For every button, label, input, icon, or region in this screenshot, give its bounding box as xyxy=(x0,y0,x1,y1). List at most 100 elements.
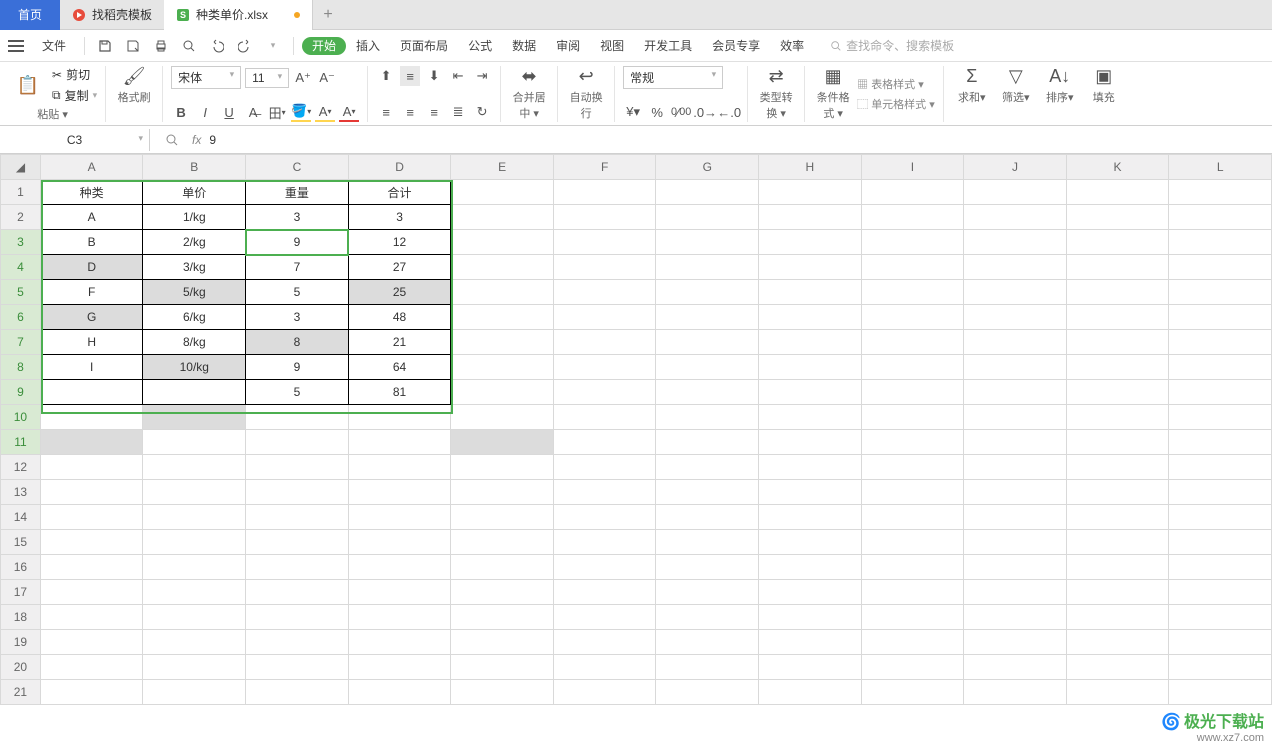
row-header-11[interactable]: 11 xyxy=(1,430,41,455)
cell-I12[interactable] xyxy=(861,455,964,480)
cell-J15[interactable] xyxy=(964,530,1067,555)
cell-F19[interactable] xyxy=(553,630,656,655)
decrease-font-button[interactable]: A⁻ xyxy=(317,68,337,88)
row-header-12[interactable]: 12 xyxy=(1,455,41,480)
cell-A19[interactable] xyxy=(40,630,143,655)
row-header-2[interactable]: 2 xyxy=(1,205,41,230)
cell-L9[interactable] xyxy=(1169,380,1272,405)
cell-F9[interactable] xyxy=(553,380,656,405)
align-top-button[interactable]: ⬆ xyxy=(376,66,396,86)
cell-E6[interactable] xyxy=(451,305,554,330)
save-as-icon[interactable] xyxy=(124,37,142,55)
cell-L18[interactable] xyxy=(1169,605,1272,630)
cell-F11[interactable] xyxy=(553,430,656,455)
cell-F16[interactable] xyxy=(553,555,656,580)
cell-D13[interactable] xyxy=(348,480,451,505)
menu-页面布局[interactable]: 页面布局 xyxy=(390,35,458,57)
undo-icon[interactable] xyxy=(208,37,226,55)
cell-K9[interactable] xyxy=(1066,380,1169,405)
cell-C16[interactable] xyxy=(246,555,349,580)
cell-H18[interactable] xyxy=(759,605,862,630)
cell-J14[interactable] xyxy=(964,505,1067,530)
cell-L13[interactable] xyxy=(1169,480,1272,505)
menu-审阅[interactable]: 审阅 xyxy=(546,35,590,57)
cell-B1[interactable]: 单价 xyxy=(143,180,246,205)
cell-G11[interactable] xyxy=(656,430,759,455)
cell-F14[interactable] xyxy=(553,505,656,530)
cell-C15[interactable] xyxy=(246,530,349,555)
cell-C10[interactable] xyxy=(246,405,349,430)
cell-J16[interactable] xyxy=(964,555,1067,580)
cell-E8[interactable] xyxy=(451,355,554,380)
tab-home[interactable]: 首页 xyxy=(0,0,60,30)
cell-L19[interactable] xyxy=(1169,630,1272,655)
cell-B14[interactable] xyxy=(143,505,246,530)
cell-I18[interactable] xyxy=(861,605,964,630)
cell-A5[interactable]: F xyxy=(40,280,143,305)
row-header-16[interactable]: 16 xyxy=(1,555,41,580)
cell-D6[interactable]: 48 xyxy=(348,305,451,330)
new-tab-button[interactable]: + xyxy=(313,6,343,24)
cell-G17[interactable] xyxy=(656,580,759,605)
cell-D2[interactable]: 3 xyxy=(348,205,451,230)
align-right-button[interactable]: ≡ xyxy=(424,102,444,122)
row-header-1[interactable]: 1 xyxy=(1,180,41,205)
italic-button[interactable]: I xyxy=(195,102,215,122)
cell-L2[interactable] xyxy=(1169,205,1272,230)
cell-I16[interactable] xyxy=(861,555,964,580)
cell-F13[interactable] xyxy=(553,480,656,505)
cell-A13[interactable] xyxy=(40,480,143,505)
align-bottom-button[interactable]: ⬇ xyxy=(424,66,444,86)
row-header-15[interactable]: 15 xyxy=(1,530,41,555)
align-left-button[interactable]: ≡ xyxy=(376,102,396,122)
cell-F7[interactable] xyxy=(553,330,656,355)
cell-J20[interactable] xyxy=(964,655,1067,680)
cell-G4[interactable] xyxy=(656,255,759,280)
sum-button[interactable]: Σ求和▾ xyxy=(952,66,992,105)
cell-L1[interactable] xyxy=(1169,180,1272,205)
tab-template[interactable]: 找稻壳模板 xyxy=(60,0,164,30)
increase-font-button[interactable]: A⁺ xyxy=(293,68,313,88)
cell-A1[interactable]: 种类 xyxy=(40,180,143,205)
cell-E9[interactable] xyxy=(451,380,554,405)
cell-J17[interactable] xyxy=(964,580,1067,605)
comma-button[interactable]: 0⁄00 xyxy=(671,102,691,122)
cell-D8[interactable]: 64 xyxy=(348,355,451,380)
cell-E17[interactable] xyxy=(451,580,554,605)
row-header-7[interactable]: 7 xyxy=(1,330,41,355)
cell-I21[interactable] xyxy=(861,680,964,705)
cell-B15[interactable] xyxy=(143,530,246,555)
cell-E1[interactable] xyxy=(451,180,554,205)
cell-B4[interactable]: 3/kg xyxy=(143,255,246,280)
cell-L21[interactable] xyxy=(1169,680,1272,705)
cell-L14[interactable] xyxy=(1169,505,1272,530)
cell-F2[interactable] xyxy=(553,205,656,230)
menu-视图[interactable]: 视图 xyxy=(590,35,634,57)
strikethrough-button[interactable]: A̶ xyxy=(243,102,263,122)
cell-C3[interactable]: 9 xyxy=(246,230,349,255)
cell-H9[interactable] xyxy=(759,380,862,405)
cell-H2[interactable] xyxy=(759,205,862,230)
cell-K21[interactable] xyxy=(1066,680,1169,705)
cell-D16[interactable] xyxy=(348,555,451,580)
cell-I13[interactable] xyxy=(861,480,964,505)
cell-L16[interactable] xyxy=(1169,555,1272,580)
cell-I15[interactable] xyxy=(861,530,964,555)
format-painter-button[interactable]: 🖌 格式刷 xyxy=(114,66,154,105)
cell-E13[interactable] xyxy=(451,480,554,505)
cell-K16[interactable] xyxy=(1066,555,1169,580)
cell-J18[interactable] xyxy=(964,605,1067,630)
save-icon[interactable] xyxy=(96,37,114,55)
cell-B11[interactable] xyxy=(143,430,246,455)
cell-A14[interactable] xyxy=(40,505,143,530)
cell-K2[interactable] xyxy=(1066,205,1169,230)
cell-G15[interactable] xyxy=(656,530,759,555)
cell-D11[interactable] xyxy=(348,430,451,455)
cell-G12[interactable] xyxy=(656,455,759,480)
row-header-13[interactable]: 13 xyxy=(1,480,41,505)
cell-H6[interactable] xyxy=(759,305,862,330)
cell-A8[interactable]: I xyxy=(40,355,143,380)
cell-C17[interactable] xyxy=(246,580,349,605)
cell-F20[interactable] xyxy=(553,655,656,680)
cell-I10[interactable] xyxy=(861,405,964,430)
